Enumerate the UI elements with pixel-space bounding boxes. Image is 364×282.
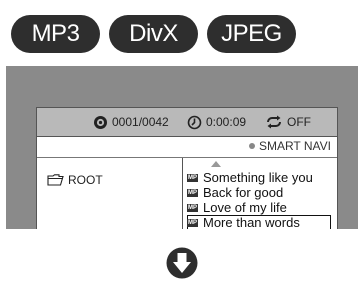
mp3-file-icon: MP [187,203,198,212]
badge-mp3: MP3 [11,15,100,53]
mp3-file-icon: MP [187,218,198,227]
folder-icon [47,174,64,186]
repeat-status: OFF [265,113,311,131]
folder-label: ROOT [68,173,103,187]
file-name: Love of my life [203,200,287,215]
mp3-file-icon: MP [187,188,198,197]
smart-navi-dot-icon [248,143,255,149]
disc-icon [94,115,107,129]
down-arrow-icon [166,247,198,279]
badge-jpeg: JPEG [207,15,296,53]
tv-screen: 0001/0042 0:00:09 OFF SMART NAVI ROOT MP… [6,66,358,229]
file-name: Something like you [203,170,313,185]
scroll-up-icon[interactable] [211,161,221,167]
badge-label: DivX [129,20,178,47]
badge-label: MP3 [31,20,80,47]
track-counter: 0001/0042 [93,113,169,131]
repeat-icon [267,115,281,129]
smart-navi-row: SMART NAVI [37,137,337,158]
file-item[interactable]: MP Back for good [187,185,335,200]
file-name: Back for good [203,185,284,200]
smart-navi-text: SMART NAVI [258,139,331,153]
pane-divider [182,158,183,229]
clock-icon [187,115,202,129]
file-item[interactable]: MP Love of my life [187,200,335,215]
elapsed-time: 0:00:09 [187,113,246,131]
elapsed-time-text: 0:00:09 [206,115,247,129]
track-counter-text: 0001/0042 [112,115,169,129]
repeat-status-text: OFF [287,115,311,129]
mp3-file-icon: MP [187,173,198,182]
file-name: More than words [203,215,300,229]
folder-item-root[interactable]: ROOT [47,173,103,187]
file-browser-window: 0001/0042 0:00:09 OFF SMART NAVI ROOT MP… [36,107,338,229]
badge-divx: DivX [109,15,198,53]
badge-label: JPEG [221,20,282,47]
file-list: MP Something like you MP Back for good M… [187,170,335,229]
smart-navi-label[interactable]: SMART NAVI [248,139,331,153]
file-item[interactable]: MP Something like you [187,170,335,185]
file-item-selected[interactable]: MP More than words [187,215,331,229]
status-bar: 0001/0042 0:00:09 OFF [37,108,337,137]
